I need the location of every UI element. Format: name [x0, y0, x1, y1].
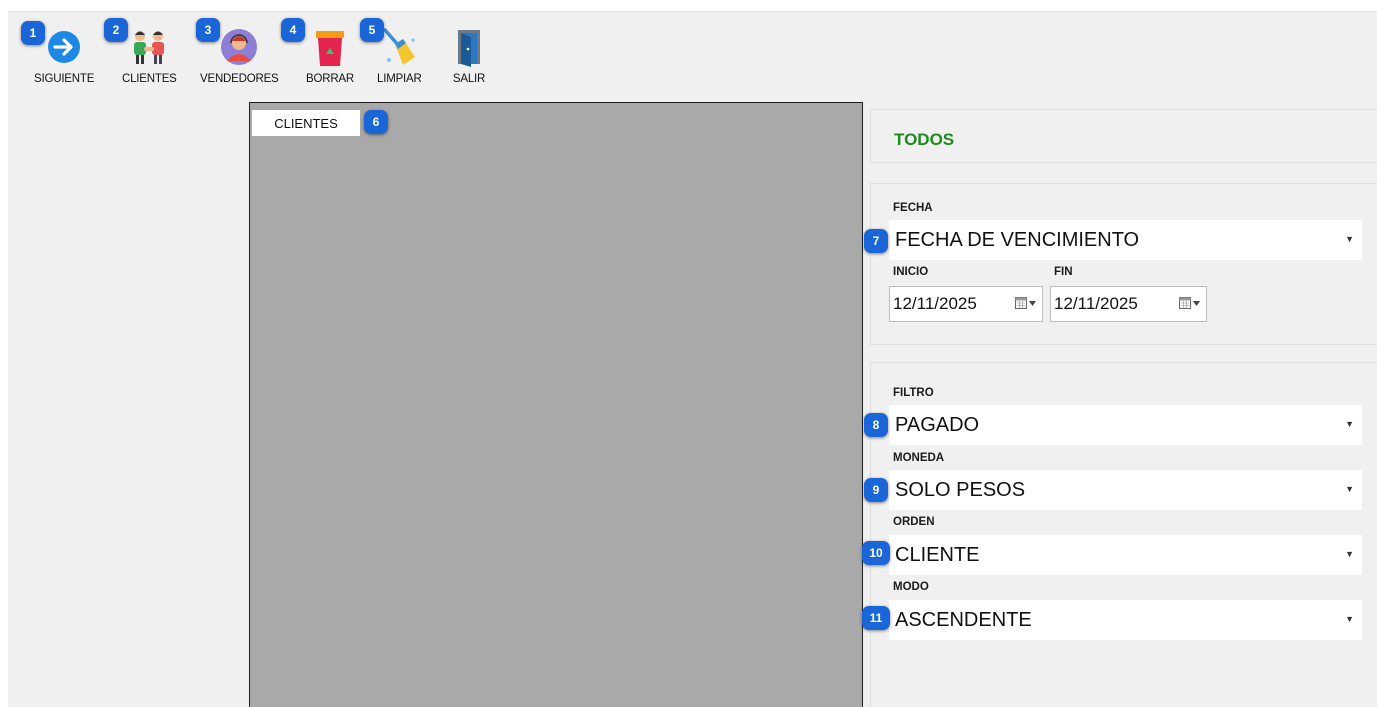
marker-6: 6 — [364, 110, 388, 134]
sales-agent-icon — [219, 24, 259, 70]
fecha-value: FECHA DE VENCIMIENTO — [895, 229, 1140, 251]
filtro-value: PAGADO — [895, 414, 980, 436]
orden-value: CLIENTE — [895, 544, 980, 566]
marker-2: 2 — [104, 18, 128, 42]
moneda-label: MONEDA — [893, 452, 945, 464]
section-title: TODOS — [894, 130, 955, 149]
fin-date-picker[interactable]: 12/11/2025 — [1050, 286, 1207, 322]
chevron-down-icon: ▼ — [1345, 484, 1354, 494]
calendar-icon[interactable] — [1015, 297, 1036, 309]
marker-5: 5 — [360, 18, 384, 42]
orden-dropdown[interactable]: CLIENTE ▼ — [889, 535, 1362, 575]
inicio-label: INICIO — [893, 266, 929, 278]
clientes-button[interactable]: CLIENTES — [122, 24, 177, 98]
arrow-right-circle-icon — [44, 24, 84, 70]
modo-value: ASCENDENTE — [895, 609, 1032, 631]
moneda-dropdown[interactable]: SOLO PESOS ▼ — [889, 470, 1362, 510]
chevron-down-icon: ▼ — [1345, 549, 1354, 559]
salir-label: SALIR — [452, 73, 486, 85]
fecha-label: FECHA — [893, 202, 933, 214]
limpiar-label: LIMPIAR — [377, 73, 422, 85]
marker-10: 10 — [862, 541, 890, 565]
marker-8: 8 — [864, 413, 888, 437]
filtro-dropdown[interactable]: PAGADO ▼ — [889, 405, 1362, 445]
marker-7: 7 — [864, 229, 888, 253]
clients-icon — [129, 24, 169, 70]
marker-4: 4 — [281, 18, 305, 42]
exit-door-icon — [449, 24, 489, 70]
salir-button[interactable]: SALIR — [449, 24, 489, 98]
modo-label: MODO — [893, 581, 929, 593]
fecha-dropdown[interactable]: FECHA DE VENCIMIENTO ▼ — [889, 220, 1362, 260]
chevron-down-icon: ▼ — [1345, 614, 1354, 624]
orden-label: ORDEN — [893, 516, 935, 528]
marker-9: 9 — [864, 478, 888, 502]
marker-11: 11 — [862, 606, 890, 630]
clientes-grid-panel[interactable] — [249, 102, 863, 707]
inicio-date-value: 12/11/2025 — [893, 294, 977, 313]
marker-1: 1 — [21, 21, 45, 45]
fin-label: FIN — [1054, 266, 1073, 278]
inicio-date-picker[interactable]: 12/11/2025 — [889, 286, 1043, 322]
chevron-down-icon: ▼ — [1345, 419, 1354, 429]
tab-clientes[interactable]: CLIENTES — [252, 110, 360, 136]
borrar-button[interactable]: BORRAR — [306, 24, 354, 98]
marker-3: 3 — [196, 18, 220, 42]
fin-date-value: 12/11/2025 — [1054, 294, 1138, 313]
modo-dropdown[interactable]: ASCENDENTE ▼ — [889, 600, 1362, 640]
filtro-label: FILTRO — [893, 387, 934, 399]
vendedores-label: VENDEDORES — [200, 73, 279, 85]
broom-icon — [379, 24, 419, 70]
clientes-label: CLIENTES — [122, 73, 177, 85]
calendar-icon[interactable] — [1179, 297, 1200, 309]
borrar-label: BORRAR — [306, 73, 355, 85]
moneda-value: SOLO PESOS — [895, 479, 1026, 501]
siguiente-label: SIGUIENTE — [34, 73, 95, 85]
trash-bin-icon — [310, 24, 350, 70]
chevron-down-icon: ▼ — [1345, 234, 1354, 244]
